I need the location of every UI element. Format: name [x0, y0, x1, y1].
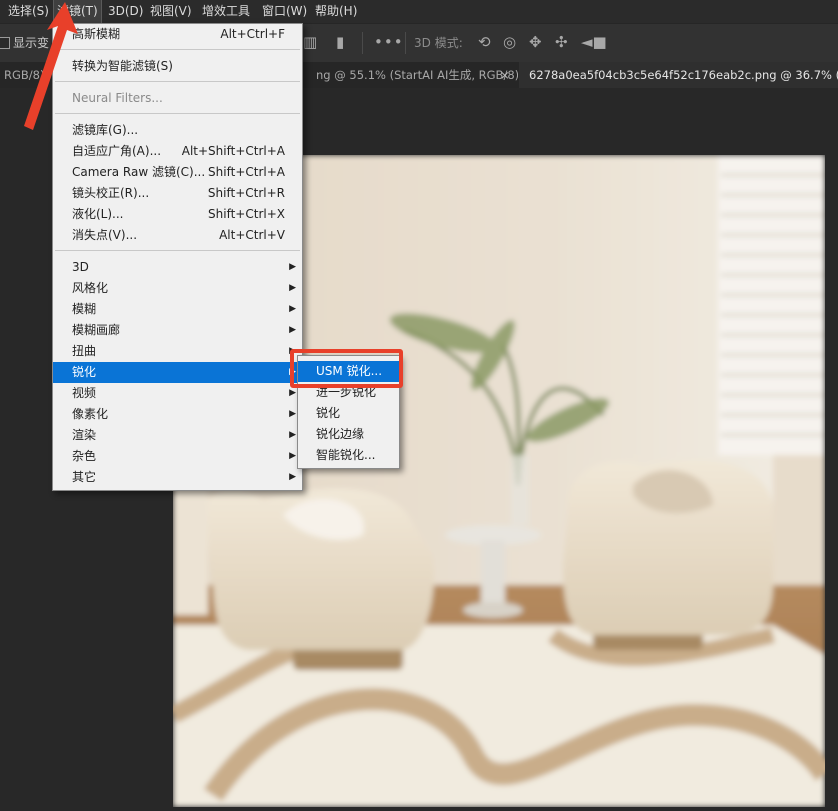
submenu-arrow-icon: ▶: [289, 472, 296, 482]
menu-item-label: 锐化: [316, 406, 341, 420]
toolbar-divider: [362, 32, 363, 54]
menu-item-shortcut: Shift+Ctrl+R: [207, 186, 285, 200]
menu-item-shortcut: Alt+Shift+Ctrl+A: [181, 144, 285, 158]
menu-item-label: 风格化: [72, 281, 109, 295]
menu-item-stylize[interactable]: 风格化 ▶: [53, 278, 302, 299]
3d-slide-icon[interactable]: ✣: [555, 33, 568, 51]
menu-item-noise[interactable]: 杂色 ▶: [53, 446, 302, 467]
menu-item-label: 模糊画廊: [72, 323, 121, 337]
menu-item-label: 锐化: [72, 365, 97, 379]
menu-item-other[interactable]: 其它 ▶: [53, 467, 302, 488]
menu-item-sharpen-edges[interactable]: 锐化边缘: [298, 424, 399, 445]
annotation-arrow-icon: [24, 2, 78, 130]
align-bottom-icon[interactable]: ▥: [303, 33, 317, 51]
3d-roll-icon[interactable]: ◎: [503, 33, 516, 51]
menu-item-video[interactable]: 视频 ▶: [53, 383, 302, 404]
menu-item-shortcut: Alt+Ctrl+F: [220, 27, 285, 41]
menu-item-shortcut: Alt+Ctrl+V: [219, 228, 285, 242]
menu-item-label: 杂色: [72, 449, 97, 463]
menu-item-label: 自适应广角(A)...: [72, 144, 162, 158]
document-tab-label: ng @ 55.1% (StartAI AI生成, RGB/8) *: [316, 68, 518, 82]
menu-view[interactable]: 视图(V): [150, 0, 192, 23]
menu-item-label: 其它: [72, 470, 97, 484]
menu-divider: [55, 250, 300, 251]
toolbar-divider: [405, 32, 406, 54]
document-tab-active[interactable]: 6278a0ea5f04cb3c5e64f52c176eab2c.png @ 3…: [519, 62, 838, 88]
menu-bar: 选择(S) 滤镜(T) 3D(D) 视图(V) 增效工具 窗口(W) 帮助(H): [0, 0, 838, 24]
submenu-arrow-icon: ▶: [289, 451, 296, 461]
menu-item-label: 像素化: [72, 407, 109, 421]
menu-item-smart-sharpen[interactable]: 智能锐化...: [298, 445, 399, 466]
menu-item-vanishing-point[interactable]: 消失点(V)... Alt+Ctrl+V: [53, 225, 302, 246]
menu-item-pixelate[interactable]: 像素化 ▶: [53, 404, 302, 425]
menu-item-label: 视频: [72, 386, 97, 400]
menu-item-shortcut: Shift+Ctrl+X: [208, 207, 285, 221]
menu-item-label: 消失点(V)...: [72, 228, 138, 242]
menu-item-label: Camera Raw 滤镜(C)...: [72, 165, 206, 179]
menu-item-label: 扭曲: [72, 344, 97, 358]
highlight-annotation-box: [290, 349, 403, 388]
3d-pan-icon[interactable]: ✥: [529, 33, 542, 51]
menu-item-distort[interactable]: 扭曲 ▶: [53, 341, 302, 362]
3d-camera-icon[interactable]: ◄■: [581, 33, 607, 51]
menu-item-blur-gallery[interactable]: 模糊画廊 ▶: [53, 320, 302, 341]
document-tab-label: 6278a0ea5f04cb3c5e64f52c176eab2c.png @ 3…: [529, 68, 838, 82]
more-options-icon[interactable]: •••: [374, 33, 404, 51]
menu-window[interactable]: 窗口(W): [262, 0, 307, 23]
menu-item-label: 液化(L)...: [72, 207, 124, 221]
submenu-arrow-icon: ▶: [289, 262, 296, 272]
menu-item-label: 智能锐化...: [316, 448, 376, 462]
menu-item-3d[interactable]: 3D ▶: [53, 257, 302, 278]
close-tab-icon[interactable]: ×: [500, 62, 510, 88]
submenu-arrow-icon: ▶: [289, 325, 296, 335]
menu-plugins[interactable]: 增效工具: [202, 0, 250, 23]
menu-item-blur[interactable]: 模糊 ▶: [53, 299, 302, 320]
align-distribute-icon[interactable]: ▮: [336, 33, 344, 51]
3d-orbit-icon[interactable]: ⟲: [478, 33, 491, 51]
submenu-arrow-icon: ▶: [289, 430, 296, 440]
submenu-arrow-icon: ▶: [289, 283, 296, 293]
menu-item-render[interactable]: 渲染 ▶: [53, 425, 302, 446]
menu-item-camera-raw[interactable]: Camera Raw 滤镜(C)... Shift+Ctrl+A: [53, 162, 302, 183]
menu-item-label: 模糊: [72, 302, 97, 316]
menu-item-adaptive-wide-angle[interactable]: 自适应广角(A)... Alt+Shift+Ctrl+A: [53, 141, 302, 162]
submenu-arrow-icon: ▶: [289, 409, 296, 419]
3d-mode-label: 3D 模式:: [414, 36, 463, 50]
document-tab[interactable]: ng @ 55.1% (StartAI AI生成, RGB/8) * ×: [300, 62, 518, 88]
menu-item-liquify[interactable]: 液化(L)... Shift+Ctrl+X: [53, 204, 302, 225]
menu-item-sharpen-basic[interactable]: 锐化: [298, 403, 399, 424]
submenu-arrow-icon: ▶: [289, 304, 296, 314]
menu-item-label: 镜头校正(R)...: [72, 186, 150, 200]
menu-item-label: 锐化边缘: [316, 427, 365, 441]
menu-item-shortcut: Shift+Ctrl+A: [208, 165, 285, 179]
menu-help[interactable]: 帮助(H): [315, 0, 357, 23]
menu-item-label: 3D: [72, 260, 89, 274]
menu-item-lens-correction[interactable]: 镜头校正(R)... Shift+Ctrl+R: [53, 183, 302, 204]
menu-item-label: 渲染: [72, 428, 97, 442]
menu-item-sharpen[interactable]: 锐化 ▶: [53, 362, 302, 383]
